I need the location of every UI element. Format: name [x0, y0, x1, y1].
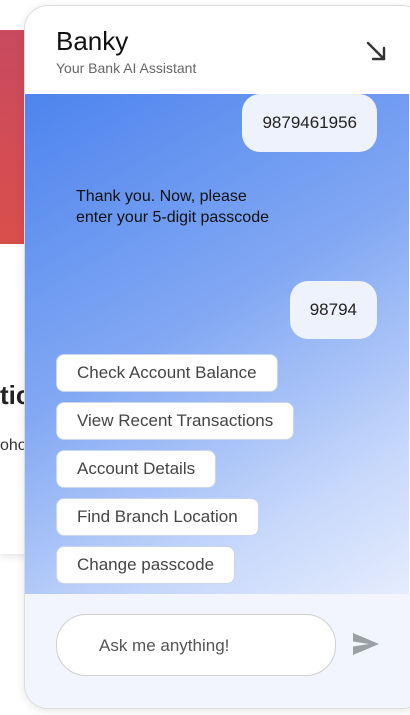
message-input-container[interactable] — [56, 614, 336, 677]
assistant-subtitle: Your Bank AI Assistant — [56, 60, 197, 76]
send-icon — [353, 633, 379, 655]
minimize-button[interactable] — [361, 36, 391, 66]
message-input[interactable] — [97, 615, 321, 677]
quick-reply-change-passcode[interactable]: Change passcode — [56, 546, 236, 584]
user-message: 9879461956 — [242, 94, 377, 152]
assistant-title: Banky — [56, 26, 129, 56]
bot-message: Thank you. Now, please enter your 5-digi… — [76, 188, 269, 226]
quick-reply-recent-transactions[interactable]: View Recent Transactions — [56, 402, 295, 440]
quick-reply-account-details[interactable]: Account Details — [56, 450, 217, 488]
chat-widget: Banky Your Bank AI Assistant 9879461956 … — [24, 5, 410, 709]
quick-reply-check-balance[interactable]: Check Account Balance — [56, 354, 278, 392]
message-list[interactable]: 9879461956 Thank you. Now, please enter … — [25, 94, 409, 594]
quick-reply-find-branch[interactable]: Find Branch Location — [56, 498, 259, 536]
chat-header: Banky Your Bank AI Assistant — [25, 6, 410, 94]
arrow-down-right-icon — [366, 41, 386, 61]
user-message: 98794 — [289, 281, 377, 339]
chat-input-bar — [25, 594, 410, 708]
background-text: oho — [0, 437, 27, 454]
send-button[interactable] — [350, 628, 382, 660]
